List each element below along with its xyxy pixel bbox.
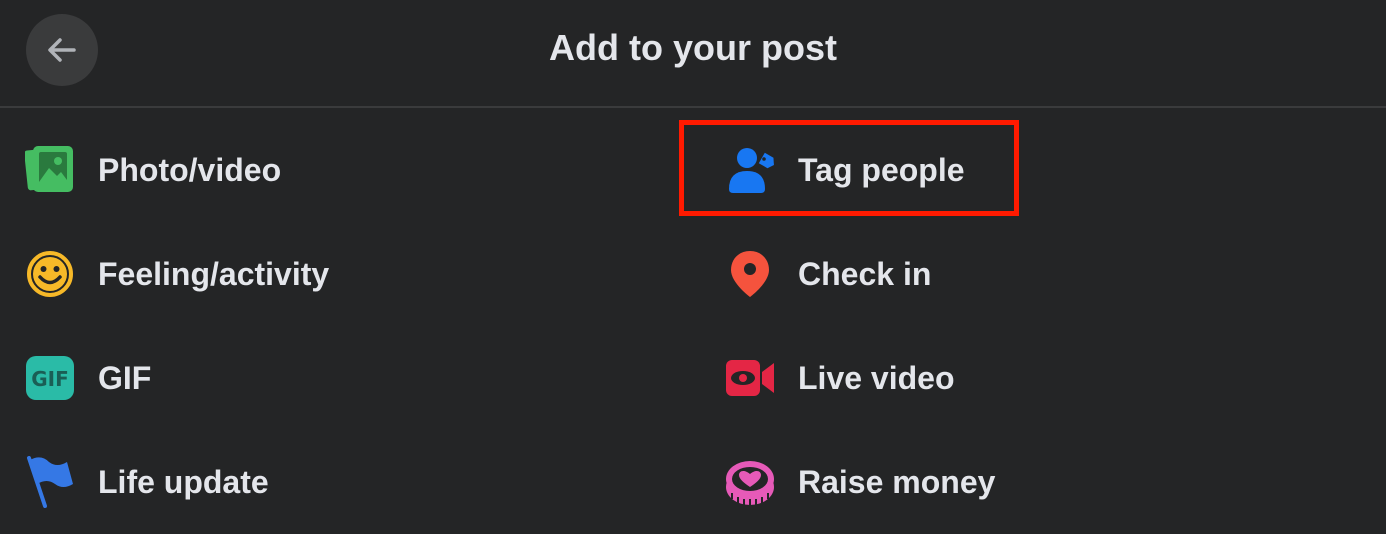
option-photo-video[interactable]: Photo/video (24, 130, 281, 210)
option-label: Live video (798, 359, 955, 396)
dialog-title: Add to your post (549, 27, 837, 68)
option-label: Feeling/activity (98, 255, 330, 292)
option-feeling-activity[interactable]: Feeling/activity (24, 234, 329, 314)
option-label: Check in (798, 255, 932, 292)
option-life-update[interactable]: Life update (24, 442, 269, 522)
option-gif[interactable]: GIF GIF (24, 338, 151, 418)
option-label: Photo/video (98, 151, 282, 188)
option-label: Life update (98, 463, 269, 500)
live-video-icon (724, 352, 776, 404)
photo-video-icon (24, 144, 76, 196)
option-label: Tag people (798, 151, 965, 188)
option-live-video[interactable]: Live video (724, 338, 955, 418)
add-to-post-dialog: Add to your post Photo/video Feeling/act… (0, 0, 1386, 534)
smiley-icon (24, 248, 76, 300)
svg-text:GIF: GIF (31, 367, 69, 391)
dialog-header: Add to your post (0, 0, 1386, 108)
option-label: Raise money (798, 463, 996, 500)
gif-icon: GIF (24, 352, 76, 404)
option-check-in[interactable]: Check in (724, 234, 931, 314)
heart-coin-icon (724, 456, 776, 508)
option-tag-people[interactable]: Tag people (724, 130, 965, 210)
option-raise-money[interactable]: Raise money (724, 442, 995, 522)
option-label: GIF (98, 359, 152, 396)
location-pin-icon (724, 248, 776, 300)
tag-people-icon (724, 144, 776, 196)
flag-icon (24, 456, 76, 508)
